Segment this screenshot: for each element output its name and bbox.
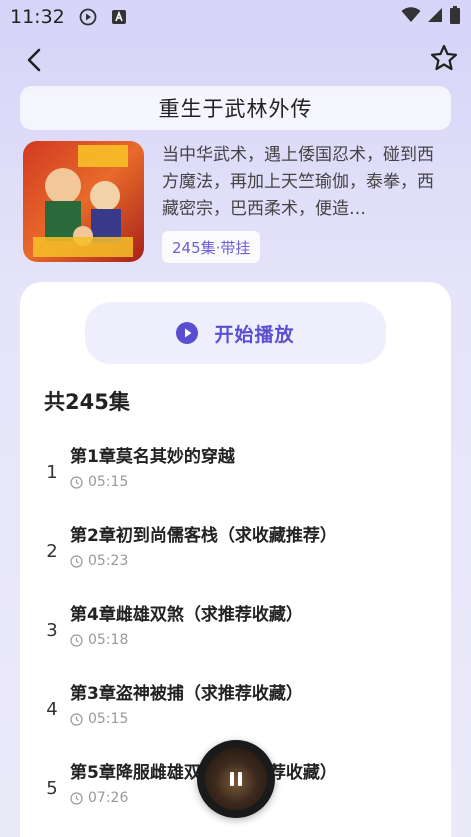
episode-duration: 05:15 [70, 711, 128, 727]
start-play-label: 开始播放 [214, 323, 295, 346]
episode-title: 第2章初到尚儒客栈（求收藏推荐） [70, 526, 337, 546]
start-play-button[interactable]: 开始播放 [85, 302, 386, 364]
episode-number: 3 [46, 620, 58, 641]
clock-icon [70, 791, 83, 805]
wifi-icon [401, 7, 421, 27]
star-outline-icon [430, 44, 458, 71]
play-circle-icon [79, 8, 97, 26]
episode-duration: 05:15 [70, 474, 128, 490]
episode-number: 5 [46, 778, 58, 799]
back-button[interactable] [22, 46, 48, 74]
episode-title: 第3章盗神被捕（求推荐收藏） [70, 684, 303, 704]
list-item-episode[interactable]: 3 第4章雌雄双煞（求推荐收藏） 05:18 [20, 600, 451, 672]
clock-icon [70, 554, 83, 568]
episode-duration: 05:23 [70, 553, 128, 569]
favorite-button[interactable] [429, 43, 459, 73]
list-item-episode[interactable]: 1 第1章莫名其妙的穿越 05:15 [20, 442, 451, 514]
status-time: 11:32 [10, 6, 65, 28]
clock-icon [70, 475, 83, 489]
pause-icon [230, 772, 242, 786]
episode-number: 2 [46, 541, 58, 562]
top-nav [0, 40, 471, 80]
chevron-left-icon [27, 48, 41, 72]
episode-number: 1 [46, 462, 58, 483]
mini-player-button[interactable] [197, 740, 275, 818]
episode-duration: 05:18 [70, 632, 128, 648]
episode-tag: 245集·带挂 [162, 231, 261, 263]
book-description: 当中华武术，遇上倭国忍术，碰到西方魔法，再加上天竺瑜伽，泰拳，西藏密宗，巴西柔术… [162, 145, 434, 219]
clock-icon [70, 712, 83, 726]
episode-duration-text: 05:15 [88, 711, 129, 727]
signal-icon [427, 7, 443, 27]
episode-title: 第1章莫名其妙的穿越 [70, 447, 235, 467]
episode-duration-text: 05:23 [88, 553, 129, 569]
episode-duration-text: 07:26 [88, 790, 129, 806]
play-circle-icon [176, 322, 199, 344]
a-square-icon [111, 9, 127, 25]
book-cover-image [23, 141, 144, 262]
episode-count: 共245集 [44, 390, 130, 414]
episode-number: 4 [46, 699, 58, 720]
episode-duration: 07:26 [70, 790, 128, 806]
episode-title: 第4章雌雄双煞（求推荐收藏） [70, 605, 303, 625]
clock-icon [70, 633, 83, 647]
status-bar: 11:32 [0, 0, 471, 34]
episode-duration-text: 05:15 [88, 474, 129, 490]
book-title: 重生于武林外传 [20, 86, 451, 130]
episode-duration-text: 05:18 [88, 632, 129, 648]
list-item-episode[interactable]: 2 第2章初到尚儒客栈（求收藏推荐） 05:23 [20, 521, 451, 593]
battery-icon [449, 6, 461, 28]
